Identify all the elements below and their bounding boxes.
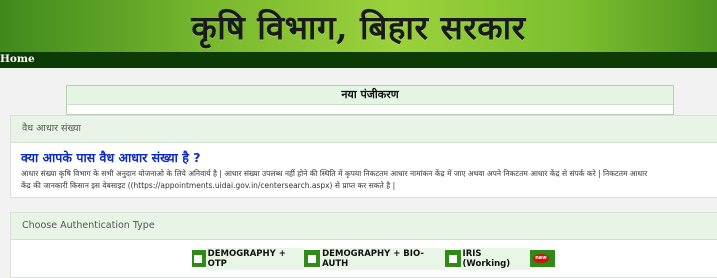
- registration-box: नया पंजीकरण: [66, 85, 674, 115]
- site-title: कृषि विभाग, बिहार सरकार: [191, 7, 526, 47]
- iris-label[interactable]: IRIS (Working): [460, 247, 530, 270]
- header-banner: कृषि विभाग, बिहार सरकार: [0, 0, 717, 52]
- main-content: नया पंजीकरण वैध आधार संख्या क्या आपके पा…: [0, 68, 717, 278]
- aadhaar-question: क्या आपके पास वैध आधार संख्या है ?: [21, 150, 201, 165]
- demography-otp-label[interactable]: DEMOGRAPHY + OTP: [205, 247, 305, 270]
- nav-home-link[interactable]: Home: [0, 53, 35, 65]
- auth-option-demography-otp[interactable]: DEMOGRAPHY + OTP: [194, 247, 305, 270]
- new-badge-icon: new: [533, 254, 549, 263]
- auth-panel-heading: Choose Authentication Type: [11, 213, 717, 240]
- auth-option-iris[interactable]: IRIS (Working) new: [448, 247, 549, 270]
- auth-options-bar: DEMOGRAPHY + OTP DEMOGRAPHY + BIO-AUTH I…: [192, 247, 555, 270]
- iris-checkbox[interactable]: [448, 254, 457, 263]
- registration-title: नया पंजीकरण: [67, 86, 673, 105]
- auth-option-demography-bioauth[interactable]: DEMOGRAPHY + BIO-AUTH: [308, 247, 445, 270]
- aadhaar-info-line-1: आधार संख्या कृषि विभाग के सभी अनुदान योज…: [21, 169, 648, 178]
- aadhaar-info-line-2: केंद्र की जानकारी किसान इस वेबसाइट ((htt…: [21, 181, 396, 190]
- aadhaar-info: आधार संख्या कृषि विभाग के सभी अनुदान योज…: [21, 168, 717, 192]
- nav-bar: Home: [0, 52, 717, 68]
- demography-bioauth-checkbox[interactable]: [308, 254, 317, 263]
- demography-otp-checkbox[interactable]: [194, 254, 202, 263]
- auth-panel: Choose Authentication Type DEMOGRAPHY + …: [10, 212, 717, 278]
- demography-bioauth-label[interactable]: DEMOGRAPHY + BIO-AUTH: [320, 247, 445, 270]
- aadhaar-panel: वैध आधार संख्या क्या आपके पास वैध आधार स…: [10, 115, 717, 198]
- aadhaar-panel-heading: वैध आधार संख्या: [11, 116, 717, 143]
